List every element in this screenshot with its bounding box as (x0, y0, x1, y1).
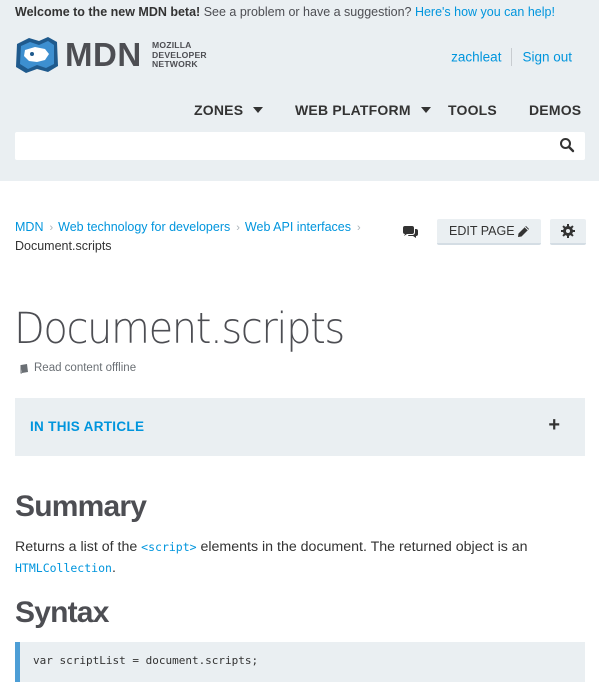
main-nav: ZONES WEB PLATFORM TOOLS DEMOS (0, 102, 599, 122)
banner-bold-text: Welcome to the new MDN beta! (15, 5, 201, 19)
in-this-article-toggle[interactable]: IN THIS ARTICLE + (15, 398, 585, 456)
nav-demos[interactable]: DEMOS (529, 102, 581, 118)
beta-banner: Welcome to the new MDN beta! See a probl… (0, 0, 599, 28)
banner-help-link[interactable]: Here's how you can help! (415, 5, 555, 19)
logo-subtitle: MOZILLA DEVELOPER NETWORK (152, 40, 207, 70)
htmlcollection-link[interactable]: HTMLCollection (15, 561, 112, 575)
page-title: Document.scripts (14, 304, 345, 354)
nav-zones-label: ZONES (194, 102, 244, 118)
logo-wordmark: MDN (65, 36, 142, 73)
dino-head-icon (16, 37, 58, 73)
nav-web-platform[interactable]: WEB PLATFORM (295, 102, 431, 118)
syntax-code-block: var scriptList = document.scripts; (15, 642, 585, 682)
pencil-icon (518, 226, 529, 237)
read-offline-link[interactable]: Read content offline (20, 362, 137, 374)
search-input[interactable] (15, 132, 585, 160)
search-icon[interactable] (559, 137, 575, 153)
masthead: MDN MOZILLA DEVELOPER NETWORK zachleat Si… (0, 28, 599, 181)
username-link[interactable]: zachleat (451, 50, 501, 65)
chevron-down-icon (253, 107, 264, 113)
breadcrumb-mdn[interactable]: MDN (15, 220, 43, 234)
breadcrumb-web-api[interactable]: Web API interfaces (245, 220, 351, 234)
gear-icon (561, 224, 575, 238)
book-icon (20, 364, 28, 374)
read-offline-label: Read content offline (34, 362, 137, 374)
summary-text-1: Returns a list of the (15, 539, 142, 555)
user-links-divider (511, 48, 513, 66)
settings-button[interactable] (550, 219, 586, 245)
summary-text-3: . (111, 560, 116, 576)
nav-web-platform-label: WEB PLATFORM (295, 102, 411, 118)
edit-page-label: EDIT PAGE (449, 224, 515, 238)
plus-icon: + (548, 414, 560, 436)
logo-sub-line-3: NETWORK (152, 59, 198, 69)
breadcrumb-current: Document.scripts (15, 239, 112, 253)
script-element-link[interactable]: <script> (141, 540, 196, 554)
breadcrumb-web-technology[interactable]: Web technology for developers (58, 220, 230, 234)
user-links: zachleat Sign out (451, 48, 572, 66)
summary-paragraph: Returns a list of the <script> elements … (15, 537, 590, 579)
sign-out-link[interactable]: Sign out (522, 50, 572, 65)
comments-icon[interactable] (402, 226, 418, 239)
summary-heading: Summary (15, 490, 147, 523)
chevron-right-icon: › (49, 222, 54, 234)
breadcrumb: MDN › Web technology for developers › Web AP… (15, 218, 385, 255)
mdn-logo[interactable]: MDN MOZILLA DEVELOPER NETWORK (15, 36, 215, 76)
chevron-down-icon (420, 107, 431, 113)
edit-page-button[interactable]: EDIT PAGE (437, 219, 541, 245)
summary-text-2: elements in the document. The returned o… (196, 539, 528, 555)
banner-text: See a problem or have a suggestion? (200, 5, 415, 19)
syntax-heading: Syntax (15, 596, 109, 629)
chevron-right-icon: › (357, 222, 361, 234)
toc-label: IN THIS ARTICLE (30, 419, 145, 434)
syntax-code: var scriptList = document.scripts; (33, 654, 259, 667)
nav-tools[interactable]: TOOLS (448, 102, 497, 118)
nav-zones[interactable]: ZONES (194, 102, 264, 118)
chevron-right-icon: › (236, 222, 240, 234)
